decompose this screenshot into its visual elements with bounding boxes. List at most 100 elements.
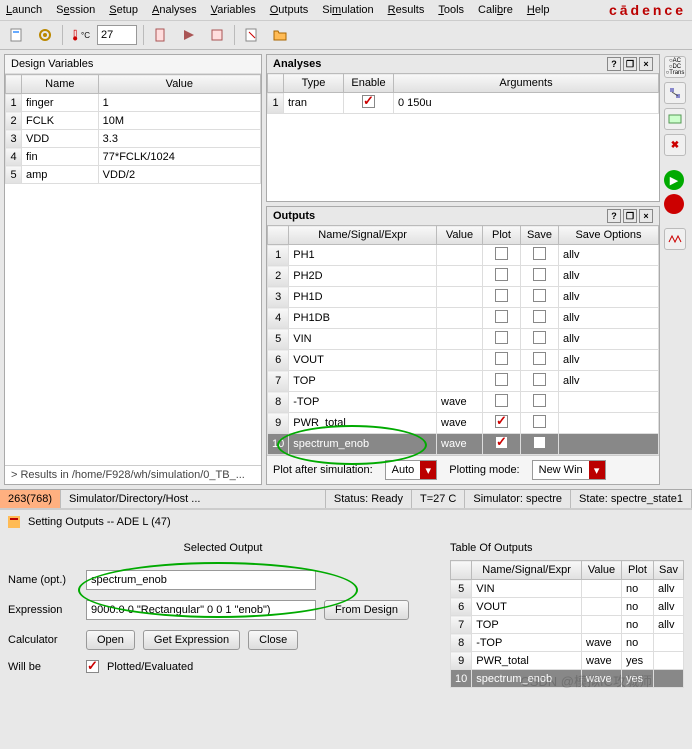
table-row[interactable]: 1finger1 (6, 94, 261, 112)
brand-logo: cādence (609, 2, 686, 18)
chevron-down-icon: ▾ (589, 461, 605, 479)
name-input[interactable] (86, 570, 316, 590)
outputs-title: Outputs (273, 210, 315, 222)
menu-analyses[interactable]: Analyses (152, 4, 197, 16)
menubar: Launch Session Setup Analyses Variables … (0, 0, 692, 21)
variables-icon[interactable] (664, 108, 686, 130)
sim-path[interactable]: Simulator/Directory/Host ... (61, 490, 326, 508)
save-checkbox[interactable] (533, 436, 546, 449)
close-icon[interactable]: × (639, 209, 653, 223)
menu-outputs[interactable]: Outputs (270, 4, 309, 16)
save-checkbox[interactable] (533, 247, 546, 260)
plot-checkbox[interactable] (495, 373, 508, 386)
right-toolbar: ○AC○DC○Trans ✖ ▶ (664, 54, 688, 485)
plot-mode-label: Plotting mode: (449, 464, 519, 476)
plot-checkbox[interactable] (495, 310, 508, 323)
help-icon[interactable]: ? (607, 57, 621, 71)
table-row[interactable]: 4PH1DBallv (268, 308, 659, 329)
menu-session[interactable]: Session (56, 4, 95, 16)
run-setup-icon[interactable] (178, 24, 200, 46)
menu-calibre[interactable]: Calibre (478, 4, 513, 16)
design-variables-table[interactable]: NameValue 1finger12FCLK10M3VDD3.34fin77*… (5, 74, 261, 184)
table-row[interactable]: 2FCLK10M (6, 112, 261, 130)
save-checkbox[interactable] (533, 268, 546, 281)
outputs-table[interactable]: Name/Signal/Expr Value Plot Save Save Op… (267, 225, 659, 455)
plot-checkbox[interactable] (495, 268, 508, 281)
plot-after-dropdown[interactable]: Auto▾ (385, 460, 438, 480)
menu-variables[interactable]: Variables (211, 4, 256, 16)
plot-mode-dropdown[interactable]: New Win▾ (532, 460, 606, 480)
waveform-icon[interactable] (664, 228, 686, 250)
table-row[interactable]: 5ampVDD/2 (6, 166, 261, 184)
stop-icon[interactable] (206, 24, 228, 46)
expression-input[interactable] (86, 600, 316, 620)
table-row[interactable]: 4fin77*FCLK/1024 (6, 148, 261, 166)
thermometer-icon[interactable]: °C (69, 24, 91, 46)
folder-icon[interactable] (269, 24, 291, 46)
undock-icon[interactable]: ❐ (623, 209, 637, 223)
table-row[interactable]: 3VDD3.3 (6, 130, 261, 148)
menu-results[interactable]: Results (388, 4, 425, 16)
menu-launch[interactable]: Launch (6, 4, 42, 16)
help-icon[interactable]: ? (607, 209, 621, 223)
table-row[interactable]: 7TOPallv (268, 371, 659, 392)
netlist-icon[interactable] (150, 24, 172, 46)
table-row[interactable]: 2PH2Dallv (268, 266, 659, 287)
menu-tools[interactable]: Tools (438, 4, 464, 16)
menu-setup[interactable]: Setup (109, 4, 138, 16)
acdc-icon[interactable]: ○AC○DC○Trans (664, 56, 686, 78)
table-row[interactable]: 5VINnoallv (451, 580, 684, 598)
results-path: > Results in /home/F928/wh/simulation/0_… (5, 465, 261, 484)
table-row[interactable]: 5VINallv (268, 329, 659, 350)
close-button[interactable]: Close (248, 630, 298, 650)
save-checkbox[interactable] (533, 289, 546, 302)
status-temp: T=27 C (412, 490, 465, 508)
delete-icon[interactable]: ✖ (664, 134, 686, 156)
edit-icon[interactable] (241, 24, 263, 46)
plot-checkbox[interactable] (495, 436, 508, 449)
menu-help[interactable]: Help (527, 4, 550, 16)
record-icon[interactable] (664, 194, 684, 214)
from-design-button[interactable]: From Design (324, 600, 409, 620)
plot-checkbox[interactable] (495, 352, 508, 365)
table-row[interactable]: 3PH1Dallv (268, 287, 659, 308)
save-checkbox[interactable] (533, 310, 546, 323)
analyses-table[interactable]: TypeEnableArguments 1tran0 150u (267, 73, 659, 114)
table-row[interactable]: 9PWR_totalwave (268, 413, 659, 434)
table-row[interactable]: 1tran0 150u (268, 93, 659, 114)
temperature-input[interactable] (97, 25, 137, 45)
table-row[interactable]: 8-TOPwaveno (451, 634, 684, 652)
open-button[interactable]: Open (86, 630, 135, 650)
plot-checkbox[interactable] (495, 394, 508, 407)
enable-checkbox[interactable] (362, 95, 375, 108)
plot-checkbox[interactable] (495, 247, 508, 260)
hierarchy-icon[interactable] (664, 82, 686, 104)
table-row[interactable]: 10spectrum_enobwave (268, 434, 659, 455)
plot-checkbox[interactable] (495, 331, 508, 344)
table-row[interactable]: 1PH1allv (268, 245, 659, 266)
save-checkbox[interactable] (533, 352, 546, 365)
dialog-outputs-table[interactable]: Name/Signal/Expr Value Plot Sav 5VINnoal… (450, 560, 684, 688)
statusbar: 263(768) Simulator/Directory/Host ... St… (0, 489, 692, 508)
gear-icon[interactable] (34, 24, 56, 46)
undock-icon[interactable]: ❐ (623, 57, 637, 71)
play-icon[interactable]: ▶ (664, 170, 684, 190)
table-row[interactable]: 9PWR_totalwaveyes (451, 652, 684, 670)
plot-checkbox[interactable] (495, 289, 508, 302)
plotted-checkbox[interactable] (86, 660, 99, 673)
table-row[interactable]: 6VOUTallv (268, 350, 659, 371)
plot-checkbox[interactable] (495, 415, 508, 428)
save-checkbox[interactable] (533, 415, 546, 428)
menu-simulation[interactable]: Simulation (322, 4, 373, 16)
get-expression-button[interactable]: Get Expression (143, 630, 240, 650)
table-row[interactable]: 7TOPnoallv (451, 616, 684, 634)
save-checkbox[interactable] (533, 331, 546, 344)
calculator-label: Calculator (8, 634, 78, 646)
save-checkbox[interactable] (533, 373, 546, 386)
close-icon[interactable]: × (639, 57, 653, 71)
save-checkbox[interactable] (533, 394, 546, 407)
table-row[interactable]: 8-TOPwave (268, 392, 659, 413)
status-simulator: Simulator: spectre (465, 490, 571, 508)
launch-icon[interactable] (6, 24, 28, 46)
table-row[interactable]: 6VOUTnoallv (451, 598, 684, 616)
